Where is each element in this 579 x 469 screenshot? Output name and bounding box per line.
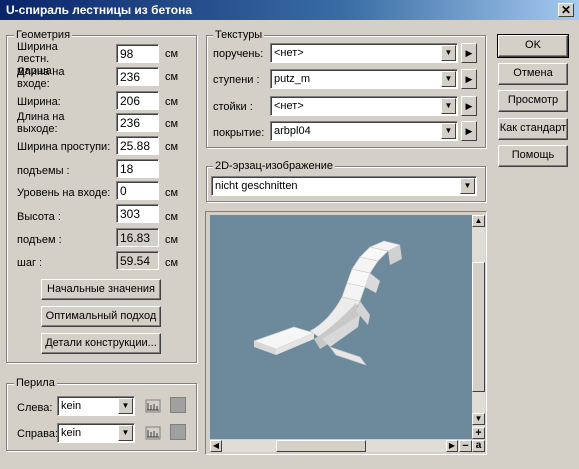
arrow-right-icon: ▶ <box>465 101 473 111</box>
scroll-right-button[interactable]: ▶ <box>446 440 458 452</box>
tread-width-label: Ширина проступи: <box>17 141 111 153</box>
railing-left-select[interactable]: kein ▼ <box>57 396 135 416</box>
texture-handrail-browse-button[interactable]: ▶ <box>461 43 477 63</box>
initial-values-button[interactable]: Начальные значения <box>41 279 161 300</box>
entry-level-input[interactable]: 0 <box>116 181 159 200</box>
texture-posts-browse-button[interactable]: ▶ <box>461 96 477 116</box>
stair-width-unit: см <box>165 48 179 60</box>
width-input[interactable]: 206 <box>116 91 159 110</box>
textures-legend: Текстуры <box>213 29 265 41</box>
construction-details-button[interactable]: Детали конструкции... <box>41 333 161 354</box>
texture-steps-label: ступени : <box>213 74 260 86</box>
step-unit: см <box>165 257 179 269</box>
texture-steps-browse-button[interactable]: ▶ <box>461 69 477 89</box>
texture-handrail-label: поручень: <box>213 48 264 60</box>
chevron-down-icon[interactable]: ▼ <box>441 71 456 87</box>
exit-length-input[interactable]: 236 <box>116 113 159 132</box>
tread-width-input[interactable]: 25.88 <box>116 136 159 155</box>
texture-covering-select[interactable]: arbpl04 ▼ <box>270 121 458 141</box>
image2d-legend: 2D-эрзац-изображение <box>213 160 335 172</box>
texture-handrail-value: <нет> <box>274 47 304 59</box>
zoom-in-icon: + <box>475 427 482 439</box>
risers-label: подъемы : <box>17 165 70 177</box>
chevron-down-icon[interactable]: ▼ <box>441 98 456 114</box>
cancel-button[interactable]: Отмена <box>498 63 568 85</box>
preview-button[interactable]: Просмотр <box>498 90 568 112</box>
height-unit: см <box>165 211 179 223</box>
railing-right-label: Справа: <box>17 428 59 440</box>
image2d-value: nicht geschnitten <box>215 180 298 192</box>
texture-handrail-select[interactable]: <нет> ▼ <box>270 43 458 63</box>
texture-steps-value: putz_m <box>274 73 311 85</box>
step-label: шаг : <box>17 257 43 269</box>
chevron-down-icon[interactable]: ▼ <box>118 398 133 414</box>
railing-right-profile-icon[interactable] <box>145 425 161 441</box>
chevron-down-icon[interactable]: ▼ <box>441 123 456 139</box>
optimal-approach-button[interactable]: Оптимальный подход <box>41 306 161 327</box>
window-title: U-спираль лестницы из бетона <box>6 3 192 17</box>
rise-unit: см <box>165 234 179 246</box>
scroll-left-icon: ◀ <box>212 441 220 450</box>
help-button[interactable]: Помощь <box>498 145 568 167</box>
texture-steps-select[interactable]: putz_m ▼ <box>270 69 458 89</box>
vertical-scroll-thumb[interactable] <box>472 262 485 392</box>
step-value: 59.54 <box>116 251 159 270</box>
texture-posts-label: стойки : <box>213 101 253 113</box>
scroll-right-icon: ▶ <box>448 441 456 450</box>
scroll-left-button[interactable]: ◀ <box>210 440 222 452</box>
texture-posts-select[interactable]: <нет> ▼ <box>270 96 458 116</box>
texture-covering-browse-button[interactable]: ▶ <box>461 121 477 141</box>
zoom-auto-button[interactable]: a <box>472 440 485 452</box>
arrow-right-icon: ▶ <box>465 126 473 136</box>
arrow-right-icon: ▶ <box>465 48 473 58</box>
chevron-down-icon[interactable]: ▼ <box>441 45 456 61</box>
close-button[interactable]: ✕ <box>558 3 574 17</box>
zoom-out-icon: − <box>462 440 469 452</box>
railing-left-color-swatch[interactable] <box>170 397 186 413</box>
horizontal-scroll-thumb[interactable] <box>276 440 366 452</box>
stair-width-input[interactable]: 98 <box>116 44 159 63</box>
rise-label: подъем : <box>17 234 62 246</box>
height-input[interactable]: 303 <box>116 204 159 223</box>
scroll-down-icon: ▼ <box>474 414 483 423</box>
entry-length-input[interactable]: 236 <box>116 67 159 86</box>
risers-input[interactable]: 18 <box>116 159 159 178</box>
railing-left-value: kein <box>61 400 82 412</box>
entry-length-unit: см <box>165 71 179 83</box>
exit-length-label: Длина на выходе: <box>17 111 65 135</box>
railing-right-select[interactable]: kein ▼ <box>57 423 135 443</box>
scroll-up-icon: ▲ <box>474 216 483 225</box>
entry-length-label: Длина на входе: <box>17 66 65 90</box>
zoom-out-button[interactable]: − <box>459 440 472 452</box>
width-label: Ширина: <box>17 96 61 108</box>
texture-covering-value: arbpl04 <box>274 125 311 137</box>
railing-left-profile-icon[interactable] <box>145 398 161 414</box>
entry-level-unit: см <box>165 187 179 199</box>
width-unit: см <box>165 96 179 108</box>
preview-viewport[interactable] <box>210 215 472 439</box>
arrow-right-icon: ▶ <box>465 74 473 84</box>
image2d-select[interactable]: nicht geschnitten ▼ <box>211 176 477 196</box>
railing-legend: Перила <box>14 377 57 389</box>
chevron-down-icon[interactable]: ▼ <box>118 425 133 441</box>
stair-3d-render <box>253 240 402 366</box>
scroll-up-button[interactable]: ▲ <box>472 215 485 227</box>
railing-right-color-swatch[interactable] <box>170 424 186 440</box>
chevron-down-icon[interactable]: ▼ <box>460 178 475 194</box>
geometry-legend: Геометрия <box>14 29 73 41</box>
railing-left-label: Слева: <box>17 402 53 414</box>
height-label: Высота : <box>17 211 61 223</box>
zoom-in-button[interactable]: + <box>472 427 485 439</box>
set-standard-button[interactable]: Как стандарт <box>498 118 568 140</box>
texture-posts-value: <нет> <box>274 100 304 112</box>
ok-button[interactable]: OK <box>497 34 569 58</box>
scroll-down-button[interactable]: ▼ <box>472 413 485 425</box>
exit-length-unit: см <box>165 118 179 130</box>
texture-covering-label: покрытие: <box>213 127 265 139</box>
tread-width-unit: см <box>165 141 179 153</box>
rise-value: 16.83 <box>116 228 159 247</box>
zoom-auto-icon: a <box>475 440 482 451</box>
entry-level-label: Уровень на входе: <box>17 187 111 199</box>
railing-right-value: kein <box>61 427 82 439</box>
